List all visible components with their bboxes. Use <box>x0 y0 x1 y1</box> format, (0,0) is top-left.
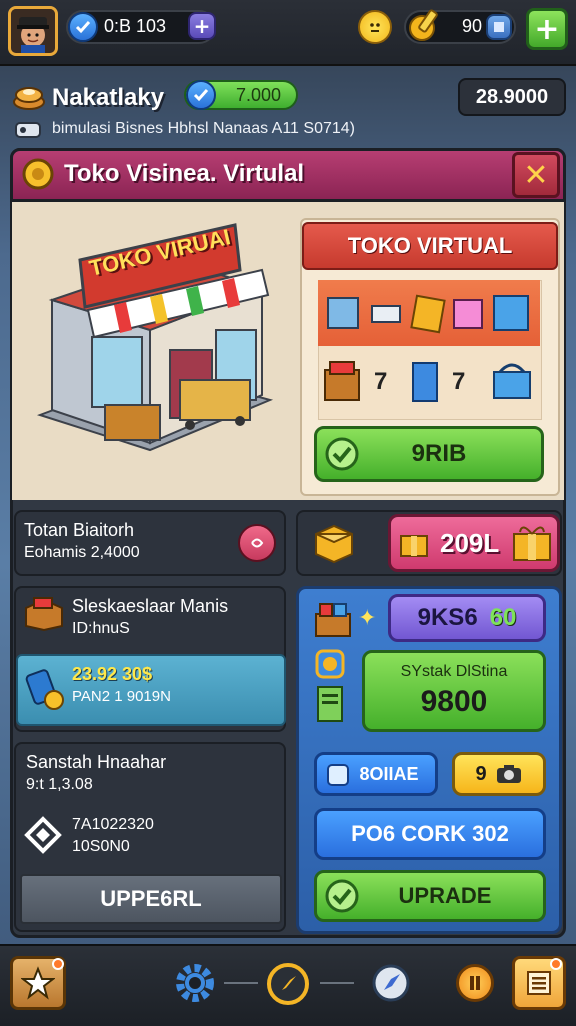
player-name: Nakatlaky <box>52 84 165 111</box>
buy-button-label: 9RIB <box>411 440 467 467</box>
check-icon <box>186 80 216 110</box>
business-stat-pill[interactable]: 9KS6 60 <box>388 594 546 642</box>
buy-button[interactable]: 9RIB <box>314 426 544 482</box>
gear-badge-icon <box>20 156 56 192</box>
distance-stat[interactable]: SYstak DlStina 9800 <box>362 650 546 732</box>
cup-icon <box>24 664 68 714</box>
gold-icon <box>404 6 444 46</box>
total-label: Totan Biaitorh <box>24 520 135 540</box>
storage-title: Sanstah Hnaahar <box>26 752 167 772</box>
tag-icon <box>14 120 44 140</box>
pause-icon <box>470 976 480 990</box>
shop-crate-icon <box>312 598 354 640</box>
home-button-label: 8OIIAE <box>359 763 419 784</box>
subtitle: bimulasi Bisnes Hbhsl Nanaas A11 S0714) <box>52 120 355 137</box>
home-button[interactable]: 8OIIAE <box>314 752 438 796</box>
receipt-icon <box>314 684 346 724</box>
stat-value: 0:B 103 <box>104 16 167 36</box>
gift-icon <box>398 524 430 558</box>
business-stat-b: 60 <box>489 604 517 631</box>
item-count: 7 <box>452 368 466 395</box>
smiley-icon[interactable] <box>358 10 392 44</box>
check-icon <box>325 879 359 913</box>
balance-display: 28.9000 <box>458 78 566 116</box>
diamond-icon <box>24 816 62 854</box>
notification-badge <box>52 958 64 970</box>
add-button[interactable]: + <box>526 8 568 50</box>
camera-button-label: 9 <box>475 762 487 785</box>
sales-value-1: 23.92 30$ <box>72 664 153 684</box>
camera-button[interactable]: 9 <box>452 752 546 796</box>
navigation-icon[interactable] <box>370 962 412 1004</box>
check-icon <box>68 12 98 42</box>
panel-title: Toko Visinea. Virtulal <box>64 160 305 187</box>
check-icon <box>325 437 359 471</box>
book-icon <box>410 360 440 404</box>
compass-icon[interactable] <box>264 960 312 1008</box>
item-count: 7 <box>374 368 388 395</box>
gift-icon <box>510 518 554 562</box>
sales-subtitle: ID:hnuS <box>72 620 130 637</box>
storage-upgrade-button[interactable]: UPPE6RL <box>20 874 282 924</box>
gold-value: 90 <box>462 16 483 36</box>
nav-divider <box>320 982 354 984</box>
notification-badge <box>550 958 562 970</box>
info-button[interactable] <box>238 524 276 562</box>
camera-icon <box>496 765 521 783</box>
work-button[interactable]: PO6 CORK 302 <box>314 808 546 860</box>
distance-title: SYstak DlStina <box>400 663 508 680</box>
ice-icon <box>327 764 349 786</box>
box-icon <box>312 520 356 564</box>
business-stat-a: 9KS6 <box>417 604 478 631</box>
reward-value: 209L <box>440 528 500 558</box>
cake-icon <box>12 82 46 110</box>
verified-value: 7.000 <box>236 85 282 105</box>
item-row-icons <box>322 292 536 336</box>
distance-value: 9800 <box>420 685 488 718</box>
basket-icon <box>490 358 534 402</box>
nav-divider <box>224 982 258 984</box>
coin-icon <box>314 648 346 680</box>
sales-title: Sleskaeslaar Manis <box>72 596 229 616</box>
list-icon <box>527 971 551 995</box>
pause-button[interactable] <box>456 964 494 1002</box>
close-icon: ✕ <box>523 157 549 193</box>
storage-item-line1: 7A1022320 <box>72 816 154 833</box>
plus-icon[interactable]: + <box>188 12 216 40</box>
crate-icon <box>22 594 66 632</box>
upgrade-button-label: UPRADE <box>398 883 492 908</box>
storage-item-line2: 10S0N0 <box>72 838 130 855</box>
storage-icon[interactable] <box>486 14 512 40</box>
star-icon <box>21 966 55 1000</box>
card-title: TOKO VIRTUAL <box>302 222 558 270</box>
total-value: Eohamis 2,4000 <box>24 544 140 561</box>
upgrade-button[interactable]: UPRADE <box>314 870 546 922</box>
close-button[interactable]: ✕ <box>512 152 560 198</box>
avatar[interactable] <box>8 6 58 56</box>
gear-icon[interactable] <box>172 960 218 1006</box>
sales-value-2: PAN2 1 9019N <box>72 688 171 705</box>
sparkle-icon: ✦ <box>358 606 377 631</box>
crate-icon <box>322 358 362 404</box>
storage-value: 9:t 1,3.08 <box>26 776 93 793</box>
